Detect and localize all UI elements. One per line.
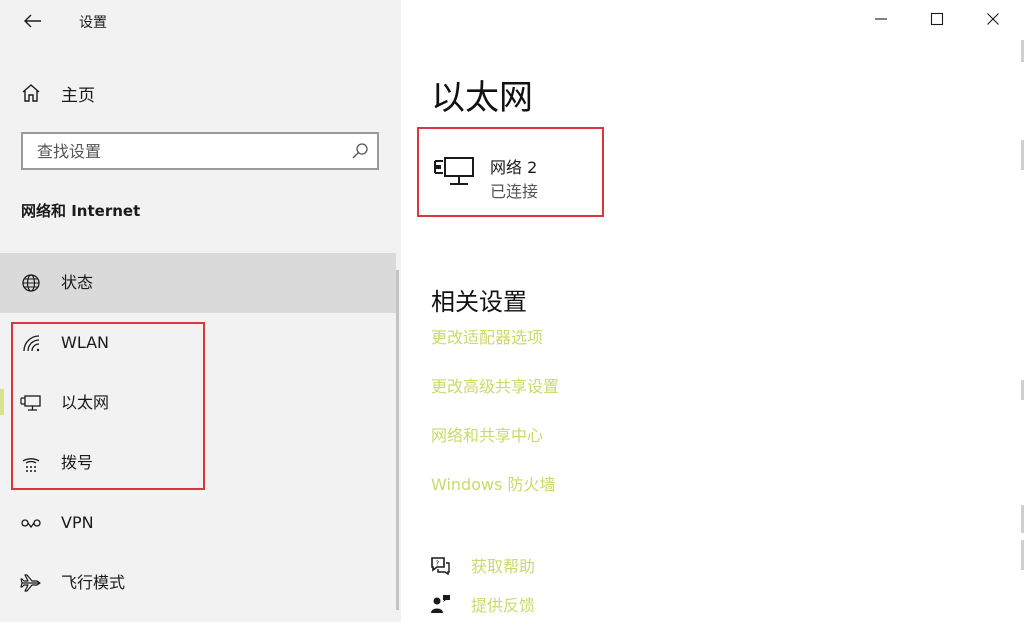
back-arrow-icon [24,14,41,28]
close-icon [987,13,999,25]
feedback-icon [431,595,450,613]
sidebar-item-label: 状态 [61,273,94,292]
main-content: 以太网 网络 2 已连接 相关设置 更改适配器选项 更改高级共享设置 网络和共享… [401,0,1024,622]
network-card[interactable]: 网络 2 已连接 [417,127,604,217]
link-change-adapter-options[interactable]: 更改适配器选项 [431,324,543,348]
home-label: 主页 [61,85,95,106]
highlight-box-network-types [11,322,205,490]
app-title: 设置 [79,15,107,31]
globe-icon [20,272,42,294]
svg-text:?: ? [436,560,440,568]
section-title: 网络和 Internet [21,202,141,220]
link-windows-firewall[interactable]: Windows 防火墙 [431,471,556,495]
page-title: 以太网 [431,78,533,118]
get-help-label: 获取帮助 [471,557,536,576]
give-feedback-label: 提供反馈 [471,596,536,615]
maximize-icon [930,12,944,26]
close-button[interactable] [980,6,1006,32]
search-input[interactable] [23,134,333,168]
maximize-button[interactable] [924,6,950,32]
sidebar-item-status[interactable]: 状态 [0,253,396,313]
sidebar-item-vpn[interactable]: VPN [0,493,396,553]
home-icon [22,84,40,102]
ethernet-icon [434,157,474,185]
sidebar-item-label: VPN [61,513,94,532]
search-box[interactable] [21,132,379,170]
give-feedback-link[interactable]: 提供反馈 [429,592,535,616]
sidebar: 设置 主页 网络和 Internet 状态 [0,0,401,622]
network-name: 网络 2 [490,158,538,177]
sidebar-item-airplane-mode[interactable]: 飞行模式 [0,553,396,613]
sidebar-item-home[interactable]: 主页 [20,80,95,106]
minimize-button[interactable] [868,6,894,32]
related-settings-title: 相关设置 [431,288,527,316]
airplane-icon [20,572,42,594]
get-help-link[interactable]: ? 获取帮助 [429,553,535,577]
sidebar-item-label: 飞行模式 [61,573,126,592]
vpn-icon [20,512,42,534]
network-status: 已连接 [490,182,539,201]
search-icon[interactable] [351,142,369,160]
minimize-icon [875,18,887,20]
link-network-sharing-center[interactable]: 网络和共享中心 [431,422,543,446]
back-button[interactable] [18,8,48,34]
help-chat-icon: ? [431,557,450,575]
link-advanced-sharing-settings[interactable]: 更改高级共享设置 [431,373,559,397]
sidebar-scrollbar[interactable] [396,270,399,610]
